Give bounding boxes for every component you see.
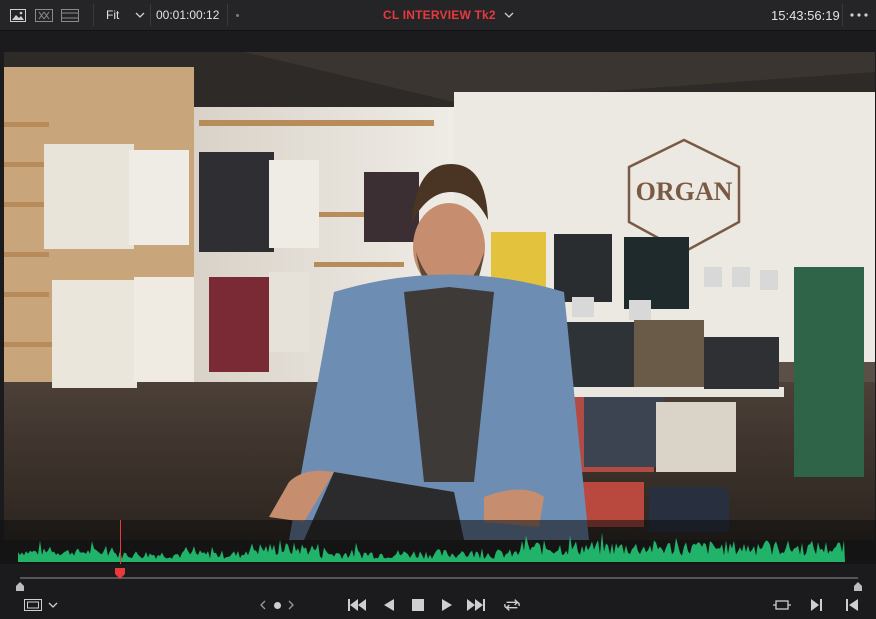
dot-icon [273, 601, 281, 609]
clip-title-dropdown[interactable]: CL INTERVIEW Tk2 [383, 0, 514, 30]
audio-waveform [0, 520, 876, 564]
next-edit-button[interactable] [808, 597, 826, 613]
loop-icon [504, 599, 520, 611]
previous-edit-button[interactable] [843, 597, 861, 613]
zoom-label: Fit [106, 8, 120, 22]
chevron-down-icon [504, 12, 514, 18]
chevron-down-icon [135, 12, 145, 18]
scrub-track[interactable] [20, 577, 858, 579]
match-frame-icon [773, 600, 791, 610]
single-viewer-icon[interactable] [8, 5, 28, 25]
play-button[interactable] [438, 597, 456, 613]
more-options-button[interactable] [850, 0, 868, 30]
stop-icon [412, 599, 424, 611]
chevron-right-icon [288, 600, 294, 610]
go-to-end-button[interactable] [467, 597, 485, 613]
chevron-down-icon [48, 602, 58, 608]
waveform-path [18, 532, 845, 562]
source-timecode: 00:01:00:12 [156, 8, 220, 22]
out-point-handle[interactable] [854, 578, 862, 591]
chevron-left-icon [260, 600, 266, 610]
stop-button[interactable] [409, 597, 427, 613]
view-mode-group [8, 0, 80, 30]
in-point-handle[interactable] [16, 578, 24, 591]
play-reverse-button[interactable] [380, 597, 398, 613]
dot-icon [236, 13, 239, 17]
safe-area-icon [24, 599, 42, 611]
go-to-start-button[interactable] [348, 597, 366, 613]
playhead-handle[interactable] [115, 566, 125, 579]
next-clip-button[interactable] [282, 597, 300, 613]
match-frame-button[interactable] [773, 597, 791, 613]
clip-title: CL INTERVIEW Tk2 [383, 8, 496, 22]
video-viewer[interactable]: ORGAN [4, 52, 875, 540]
compare-viewer-icon[interactable] [34, 5, 54, 25]
store-sign-text: ORGAN [636, 177, 733, 206]
more-icon [850, 13, 868, 17]
play-reverse-icon [384, 599, 394, 611]
display-mode-dropdown[interactable] [44, 597, 62, 613]
previous-edit-icon [846, 599, 858, 611]
play-icon [442, 599, 452, 611]
skip-back-icon [348, 599, 366, 611]
scrub-bar[interactable] [0, 564, 876, 592]
skip-forward-icon [467, 599, 485, 611]
filmstrip-icon[interactable] [60, 5, 80, 25]
video-frame: ORGAN [4, 52, 875, 540]
loop-button[interactable] [503, 597, 521, 613]
waveform-graphic [18, 532, 845, 562]
record-timecode: 15:43:56:19 [771, 7, 840, 23]
zoom-dropdown[interactable]: Fit [106, 0, 145, 30]
viewer-toolbar: Fit 00:01:00:12 CL INTERVIEW Tk2 15:43:5… [0, 0, 876, 31]
playhead-line [120, 520, 121, 564]
next-edit-icon [811, 599, 822, 611]
